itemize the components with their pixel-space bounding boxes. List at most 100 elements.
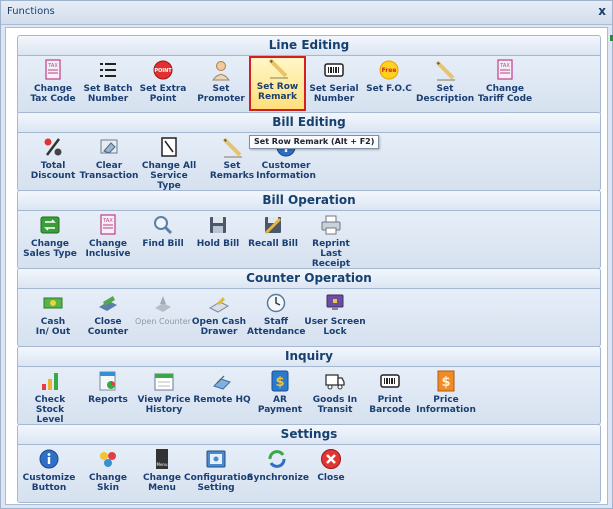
view-price-history-button[interactable]: View Price History <box>135 369 193 421</box>
change-inclusive-label: Change Inclusive <box>85 239 131 259</box>
open-cash-drawer-button[interactable]: Open Cash Drawer <box>190 291 248 343</box>
svg-text:TAX: TAX <box>47 63 58 69</box>
find-bill-label: Find Bill <box>142 239 184 249</box>
remote-hq-button[interactable]: Remote HQ <box>193 369 251 421</box>
print-barcode-button[interactable]: Print Barcode <box>362 369 418 421</box>
change-sales-type-label: Change Sales Type <box>23 239 77 259</box>
section-title: Bill Operation <box>18 191 600 211</box>
print-barcode-icon <box>380 374 400 388</box>
ar-payment-label: AR Payment <box>257 395 303 415</box>
close-button[interactable]: Close <box>303 447 359 499</box>
check-stock-level-label: Check Stock Level <box>34 395 66 425</box>
cash-in-out-button[interactable]: Cash In/ Out <box>25 291 81 343</box>
user-screen-lock-button[interactable]: User Screen Lock <box>304 291 366 343</box>
close-counter-button[interactable]: Close Counter <box>80 291 136 343</box>
bar-chart-icon <box>42 373 58 390</box>
functions-panel: Line Editing TAX Change Tax Code Set Bat… <box>5 27 608 505</box>
info-icon <box>39 449 59 469</box>
change-inclusive-button[interactable]: TAX Change Inclusive <box>80 213 136 265</box>
point-icon: POINT <box>153 60 173 80</box>
open-counter-button[interactable]: Open Counter <box>135 291 191 343</box>
customer-information-label: Customer Information <box>256 161 316 181</box>
set-serial-number-button[interactable]: Set Serial Number <box>306 58 362 110</box>
window-close-icon[interactable]: x <box>598 4 606 18</box>
clear-transaction-button[interactable]: Clear Transaction <box>78 135 140 187</box>
cash-in-out-label: Cash In/ Out <box>35 317 71 337</box>
goods-in-transit-button[interactable]: Goods In Transit <box>307 369 363 421</box>
change-tax-code-button[interactable]: TAX Change Tax Code <box>25 58 81 110</box>
reports-button[interactable]: Reports <box>80 369 136 421</box>
set-extra-point-label: Set Extra Point <box>139 84 187 104</box>
svg-text:TAX: TAX <box>499 63 510 69</box>
change-menu-button[interactable]: Menu Change Menu <box>137 447 187 499</box>
set-row-remark-label: Set Row Remark <box>256 82 299 102</box>
svg-text:Menu: Menu <box>157 462 168 467</box>
customize-button-button[interactable]: Customize Button <box>20 447 78 499</box>
menu-icon: Menu <box>156 449 168 469</box>
ar-payment-button[interactable]: $ AR Payment <box>252 369 308 421</box>
printer-icon <box>321 215 341 235</box>
view-price-history-label: View Price History <box>137 395 191 415</box>
hold-bill-label: Hold Bill <box>196 239 240 249</box>
dollar-icon: $ <box>271 370 289 392</box>
find-bill-button[interactable]: Find Bill <box>135 213 191 265</box>
set-row-remark-button[interactable]: Set Row Remark <box>249 56 306 111</box>
configuration-setting-button[interactable]: Configuration Setting <box>184 447 254 499</box>
remarks-icon <box>222 137 242 158</box>
set-extra-point-button[interactable]: POINT Set Extra Point <box>135 58 191 110</box>
set-foc-button[interactable]: Free Set F.O.C <box>361 58 417 110</box>
set-serial-number-label: Set Serial Number <box>309 84 359 104</box>
reports-label: Reports <box>88 395 128 405</box>
change-tariff-code-button[interactable]: TAX Change Tariff Code <box>473 58 537 110</box>
total-discount-button[interactable]: Total Discount <box>25 135 81 187</box>
tooltip: Set Row Remark (Alt + F2) <box>249 135 380 149</box>
staff-attendance-button[interactable]: Staff Attendance <box>247 291 305 343</box>
service-icon <box>161 137 177 157</box>
tariff-icon: TAX <box>497 59 513 80</box>
reprint-last-receipt-button[interactable]: Reprint Last Receipt <box>300 213 362 268</box>
change-tariff-code-label: Change Tariff Code <box>477 84 533 104</box>
swap-icon <box>40 216 60 234</box>
set-promoter-button[interactable]: Set Promoter <box>190 58 252 110</box>
save-icon <box>210 217 226 233</box>
customize-button-label: Customize Button <box>22 473 76 493</box>
remote-hq-label: Remote HQ <box>193 395 251 405</box>
clear-transaction-label: Clear Transaction <box>79 161 139 181</box>
hold-bill-button[interactable]: Hold Bill <box>190 213 246 265</box>
check-stock-level-button[interactable]: Check Stock Level <box>20 369 80 424</box>
change-sales-type-button[interactable]: Change Sales Type <box>20 213 80 265</box>
set-description-button[interactable]: Set Description <box>416 58 474 110</box>
lock-screen-icon <box>326 294 344 310</box>
price-information-button[interactable]: $ Price Information <box>416 369 476 421</box>
recall-bill-label: Recall Bill <box>248 239 298 249</box>
configuration-setting-label: Configuration Setting <box>184 473 254 493</box>
change-all-service-type-label: Change All Service Type <box>141 161 197 191</box>
window-title: Functions <box>7 6 55 17</box>
set-remarks-label: Set Remarks <box>209 161 255 181</box>
section-title: Inquiry <box>18 347 600 367</box>
synchronize-button[interactable]: Synchronize <box>247 447 309 499</box>
price-information-label: Price Information <box>416 395 476 415</box>
description-icon <box>435 60 455 81</box>
recall-bill-button[interactable]: Recall Bill <box>245 213 301 265</box>
change-all-service-type-button[interactable]: Change All Service Type <box>138 135 200 190</box>
pencil-icon <box>268 58 288 79</box>
open-cash-drawer-label: Open Cash Drawer <box>191 317 247 337</box>
user-screen-lock-label: User Screen Lock <box>304 317 366 337</box>
section-counter-operation: Counter Operation Cash In/ Out Close Cou… <box>17 268 601 347</box>
section-title: Line Editing <box>18 36 600 56</box>
calendar-icon <box>154 373 174 391</box>
cash-icon <box>43 297 63 309</box>
remote-icon <box>213 375 231 390</box>
section-bill-editing: Bill Editing Total Discount Clear Transa… <box>17 112 601 191</box>
change-menu-label: Change Menu <box>142 473 182 493</box>
section-title: Counter Operation <box>18 269 600 289</box>
total-discount-label: Total Discount <box>30 161 76 181</box>
change-skin-button[interactable]: Change Skin <box>78 447 138 499</box>
tax-icon: TAX <box>45 59 61 80</box>
eraser-icon <box>100 139 118 154</box>
set-batch-number-button[interactable]: Set Batch Number <box>80 58 136 110</box>
drawer-icon <box>208 297 230 313</box>
section-line-editing: Line Editing TAX Change Tax Code Set Bat… <box>17 35 601 115</box>
open-counter-icon <box>155 296 171 312</box>
